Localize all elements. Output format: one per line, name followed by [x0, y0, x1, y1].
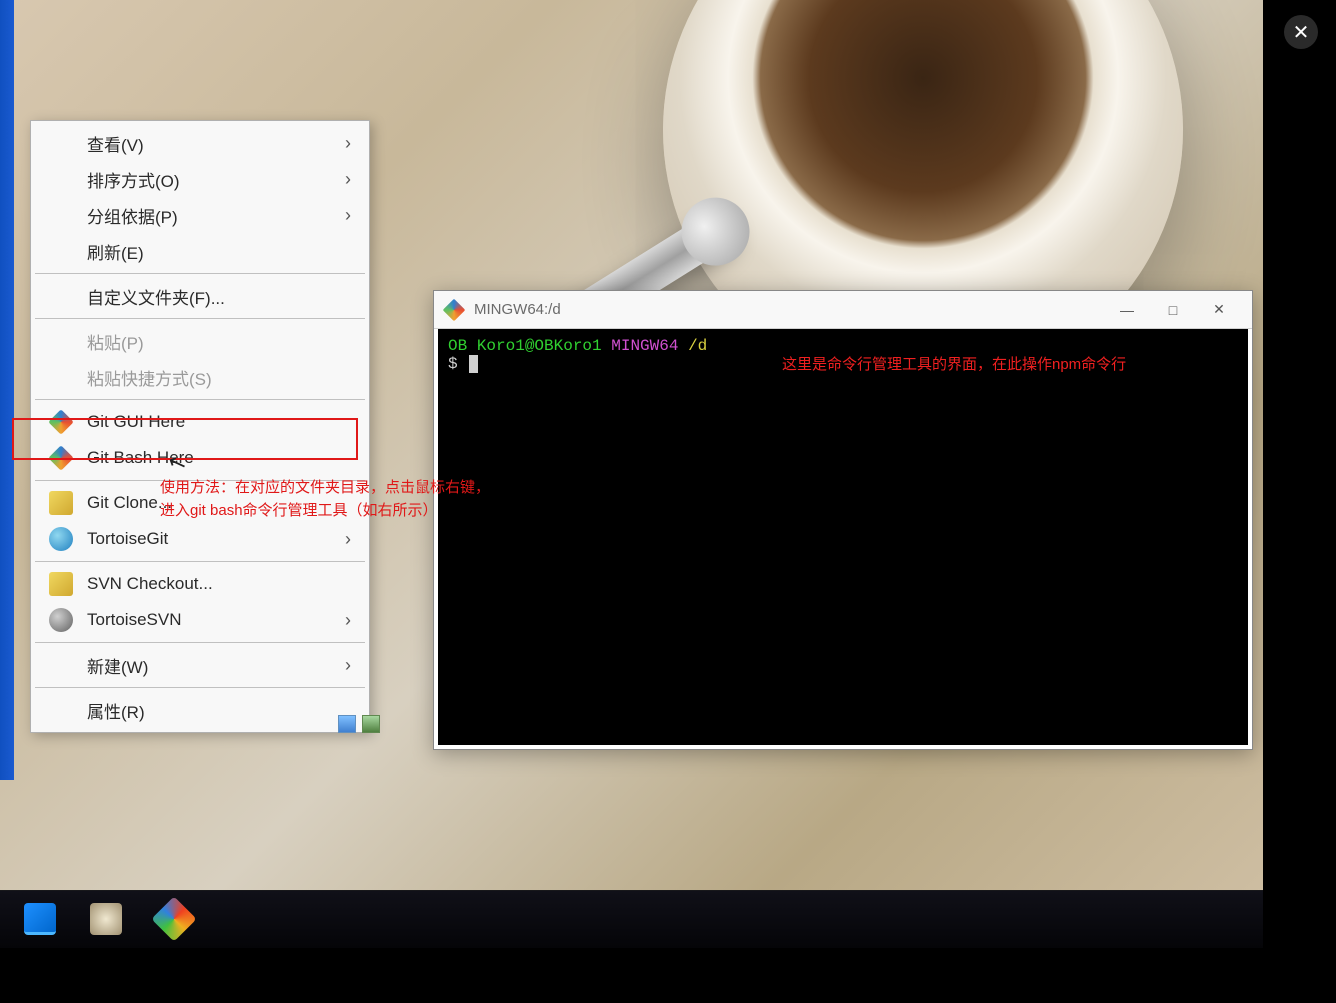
menu-item-sort[interactable]: 排序方式(O) › [33, 161, 367, 197]
menu-item-group[interactable]: 分组依据(P) › [33, 197, 367, 233]
git-clone-icon [49, 491, 73, 515]
view-details-icon[interactable] [338, 715, 356, 733]
menu-label: SVN Checkout... [87, 574, 351, 594]
desktop-left-edge [0, 0, 14, 780]
desktop-background: 查看(V) › 排序方式(O) › 分组依据(P) › 刷新(E) 自定义文件夹… [0, 0, 1263, 948]
chevron-right-icon: › [345, 610, 351, 631]
chevron-right-icon: › [345, 205, 351, 226]
window-controls: — □ ✕ [1104, 295, 1242, 325]
tortoisegit-icon [49, 527, 73, 551]
svn-checkout-icon [49, 572, 73, 596]
menu-item-tortoisegit[interactable]: TortoiseGit › [33, 521, 367, 557]
menu-label: 分组依据(P) [87, 203, 345, 228]
taskbar-app-icon-3[interactable] [151, 896, 196, 941]
chevron-right-icon: › [345, 133, 351, 154]
taskbar [0, 890, 1263, 948]
menu-item-git-bash-here[interactable]: Git Bash Here [33, 440, 367, 476]
git-icon [48, 445, 73, 470]
image-viewer-close-button[interactable]: ✕ [1284, 15, 1318, 49]
close-button[interactable]: ✕ [1196, 295, 1242, 325]
menu-separator [35, 642, 365, 643]
context-menu: 查看(V) › 排序方式(O) › 分组依据(P) › 刷新(E) 自定义文件夹… [30, 120, 370, 733]
menu-item-properties[interactable]: 属性(R) [33, 692, 367, 728]
window-titlebar[interactable]: MINGW64:/d — □ ✕ [434, 291, 1252, 329]
menu-label: Git GUI Here [87, 412, 351, 432]
menu-item-view[interactable]: 查看(V) › [33, 125, 367, 161]
terminal-body[interactable]: OB Koro1@OBKoro1 MINGW64 /d $ [438, 329, 1248, 745]
git-icon [48, 409, 73, 434]
menu-label: 粘贴(P) [87, 329, 351, 354]
prompt-user-host: Koro1@OBKoro1 [477, 337, 602, 355]
view-thumbnails-icon[interactable] [362, 715, 380, 733]
prompt-pre: OB [448, 337, 477, 355]
menu-item-tortoisesvn[interactable]: TortoiseSVN › [33, 602, 367, 638]
menu-label: 自定义文件夹(F)... [87, 284, 351, 309]
chevron-right-icon: › [345, 169, 351, 190]
chevron-right-icon: › [345, 655, 351, 676]
maximize-button[interactable]: □ [1150, 295, 1196, 325]
close-icon: ✕ [1293, 20, 1310, 45]
menu-item-customize-folder[interactable]: 自定义文件夹(F)... [33, 278, 367, 314]
explorer-view-icons [338, 715, 380, 733]
taskbar-app-icon-1[interactable] [24, 903, 56, 935]
menu-label: TortoiseSVN [87, 610, 345, 630]
menu-item-paste: 粘贴(P) [33, 323, 367, 359]
menu-item-refresh[interactable]: 刷新(E) [33, 233, 367, 269]
annotation-usage-text: 使用方法：在对应的文件夹目录，点击鼠标右键， 进入git bash命令行管理工具… [160, 477, 490, 522]
prompt-env: MINGW64 [602, 337, 688, 355]
menu-label: 查看(V) [87, 131, 345, 156]
prompt-path: /d [688, 337, 707, 355]
prompt-ps: $ [448, 355, 467, 373]
menu-label: 刷新(E) [87, 239, 351, 264]
menu-separator [35, 687, 365, 688]
window-title: MINGW64:/d [474, 301, 1104, 318]
menu-separator [35, 561, 365, 562]
menu-separator [35, 399, 365, 400]
menu-item-new[interactable]: 新建(W) › [33, 647, 367, 683]
menu-item-paste-shortcut: 粘贴快捷方式(S) [33, 359, 367, 395]
git-bash-icon [443, 298, 466, 321]
menu-label: 排序方式(O) [87, 167, 345, 192]
menu-label: TortoiseGit [87, 529, 345, 549]
annotation-terminal-text: 这里是命令行管理工具的界面，在此操作npm命令行 [782, 353, 1126, 374]
minimize-button[interactable]: — [1104, 295, 1150, 325]
chevron-right-icon: › [345, 529, 351, 550]
menu-item-git-gui-here[interactable]: Git GUI Here [33, 404, 367, 440]
menu-label: 属性(R) [87, 698, 351, 723]
menu-separator [35, 273, 365, 274]
menu-item-svn-checkout[interactable]: SVN Checkout... [33, 566, 367, 602]
tortoisesvn-icon [49, 608, 73, 632]
menu-separator [35, 318, 365, 319]
taskbar-app-icon-2[interactable] [90, 903, 122, 935]
terminal-cursor [469, 355, 478, 373]
menu-label: 粘贴快捷方式(S) [87, 365, 351, 390]
menu-label: 新建(W) [87, 653, 345, 678]
menu-label: Git Bash Here [87, 448, 351, 468]
